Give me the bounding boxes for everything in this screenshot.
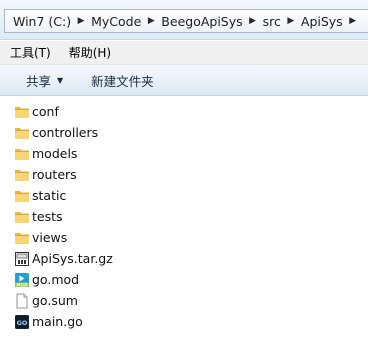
menu-tools[interactable]: 工具(T) xyxy=(0,44,59,61)
file-name: models xyxy=(32,146,78,161)
go-badge: GO xyxy=(17,319,28,327)
list-item[interactable]: views xyxy=(0,228,368,249)
file-name: views xyxy=(32,230,68,245)
file-name: controllers xyxy=(32,125,99,140)
folder-icon xyxy=(15,191,29,202)
breadcrumb-beegoapisys[interactable]: BeegoApiSys xyxy=(159,14,244,29)
mod-badge: MOD xyxy=(16,282,28,287)
breadcrumb-separator-icon[interactable]: ▶ xyxy=(245,16,261,26)
file-name: tests xyxy=(32,209,63,224)
list-item[interactable]: controllers xyxy=(0,123,368,144)
go-file-icon: GO xyxy=(15,315,29,329)
file-name: go.mod xyxy=(32,272,80,287)
folder-icon xyxy=(15,128,29,139)
file-name: static xyxy=(32,188,67,203)
list-item[interactable]: go.sum xyxy=(0,291,368,312)
folder-icon xyxy=(15,170,29,181)
breadcrumb-separator-icon[interactable]: ▶ xyxy=(283,16,299,26)
new-folder-button[interactable]: 新建文件夹 xyxy=(91,71,154,90)
breadcrumb-separator-icon[interactable]: ▶ xyxy=(143,16,159,26)
address-bar[interactable]: Win7 (C:) ▶ MyCode ▶ BeegoApiSys ▶ src ▶… xyxy=(4,9,368,33)
folder-icon xyxy=(15,233,29,244)
breadcrumb-mycode[interactable]: MyCode xyxy=(89,14,143,29)
share-button[interactable]: 共享 ▼ xyxy=(26,71,63,90)
share-label: 共享 xyxy=(26,73,52,89)
file-name: conf xyxy=(32,104,59,119)
go-mod-file-icon: MOD xyxy=(15,273,29,287)
chevron-down-icon: ▼ xyxy=(57,75,64,85)
file-name: go.sum xyxy=(32,293,78,308)
blank-file-icon xyxy=(16,293,28,309)
address-bar-region: Win7 (C:) ▶ MyCode ▶ BeegoApiSys ▶ src ▶… xyxy=(0,0,368,40)
file-name: ApiSys.tar.gz xyxy=(32,251,113,266)
breadcrumb-src[interactable]: src xyxy=(261,14,283,29)
list-item[interactable]: GO main.go xyxy=(0,312,368,333)
command-bar: 共享 ▼ 新建文件夹 xyxy=(0,65,368,96)
list-item[interactable]: routers xyxy=(0,165,368,186)
list-item[interactable]: conf xyxy=(0,102,368,123)
list-item[interactable]: tests xyxy=(0,207,368,228)
menu-bar: 工具(T) 帮助(H) xyxy=(0,41,368,65)
list-item[interactable]: static xyxy=(0,186,368,207)
breadcrumb-drive[interactable]: Win7 (C:) xyxy=(11,14,73,29)
file-name: main.go xyxy=(32,314,83,329)
breadcrumb-separator-icon[interactable]: ▶ xyxy=(345,16,361,26)
list-item[interactable]: models xyxy=(0,144,368,165)
file-name: routers xyxy=(32,167,77,182)
breadcrumb-apisys[interactable]: ApiSys xyxy=(299,14,345,29)
folder-icon xyxy=(15,107,29,118)
folder-icon xyxy=(15,149,29,160)
list-item[interactable]: ApiSys.tar.gz xyxy=(0,249,368,270)
breadcrumb-separator-icon[interactable]: ▶ xyxy=(73,16,89,26)
menu-help[interactable]: 帮助(H) xyxy=(59,44,119,61)
list-item[interactable]: MOD go.mod xyxy=(0,270,368,291)
archive-icon xyxy=(15,252,29,266)
folder-icon xyxy=(15,212,29,223)
